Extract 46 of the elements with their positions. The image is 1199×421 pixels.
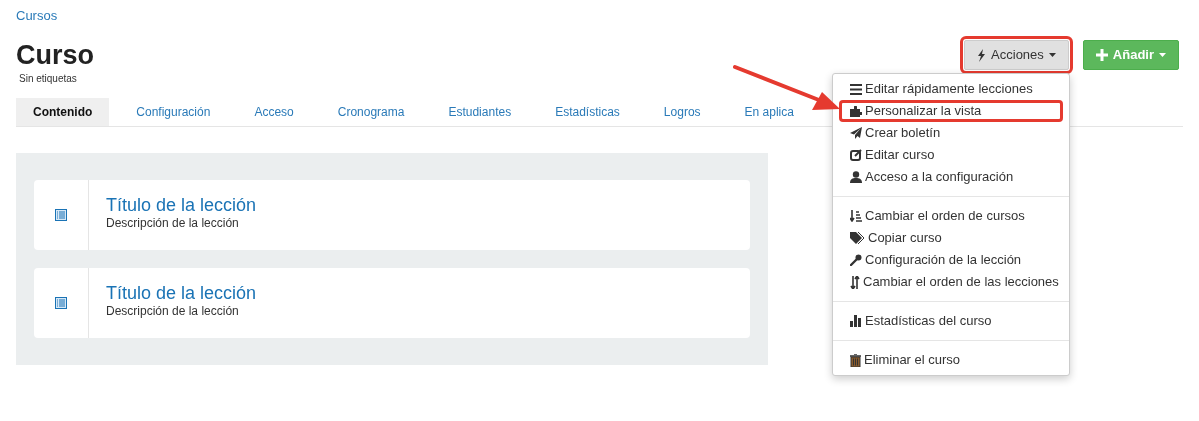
trash-icon xyxy=(850,353,861,367)
edit-icon xyxy=(850,149,862,161)
bar-chart-icon xyxy=(850,315,862,327)
sort-icon xyxy=(850,210,862,222)
lesson-title[interactable]: Título de la lección xyxy=(106,194,257,216)
menu-item[interactable]: Acceso a la configuración xyxy=(839,166,1063,188)
tab[interactable]: Acceso xyxy=(237,98,311,126)
tab[interactable]: Estudiantes xyxy=(431,98,529,126)
menu-item[interactable]: Eliminar el curso xyxy=(839,349,1063,371)
tags-note: Sin etiquetas xyxy=(18,72,78,86)
lesson-card[interactable]: Título de la lección Descripción de la lección xyxy=(34,268,750,338)
swap-icon xyxy=(850,275,860,289)
list-icon xyxy=(55,297,67,309)
tab[interactable]: Estadísticas xyxy=(538,98,637,126)
menu-icon xyxy=(850,83,862,95)
menu-item[interactable]: Copiar curso xyxy=(839,227,1063,249)
tab[interactable]: En aplica xyxy=(727,98,811,126)
tab[interactable]: Cronograma xyxy=(320,98,422,126)
list-icon xyxy=(55,209,67,221)
lesson-card[interactable]: Título de la lección Descripción de la lección xyxy=(34,180,750,250)
tab[interactable]: Configuración xyxy=(119,98,228,126)
menu-item[interactable]: Configuración de la lección xyxy=(839,249,1063,271)
menu-item[interactable]: Personalizar la vista xyxy=(839,100,1063,122)
menu-item[interactable]: Cambiar el orden de las lecciones xyxy=(839,271,1063,293)
breadcrumb-link[interactable]: Cursos xyxy=(16,6,1183,24)
page-title: Curso xyxy=(16,39,94,72)
caret-icon xyxy=(1159,53,1166,57)
caret-icon xyxy=(1048,53,1056,57)
menu-item[interactable]: Cambiar el orden de cursos xyxy=(839,205,1063,227)
menu-item[interactable]: Crear boletín xyxy=(839,122,1063,144)
menu-item[interactable]: Estadísticas del curso xyxy=(839,310,1063,332)
lesson-description: Descripción de la lección xyxy=(106,304,240,318)
lightning-icon xyxy=(977,48,987,62)
user-icon xyxy=(850,171,862,183)
tags-icon xyxy=(850,232,865,244)
actions-button[interactable]: Acciones xyxy=(964,40,1069,70)
wrench-icon xyxy=(850,254,862,266)
tab[interactable]: Logros xyxy=(646,98,718,126)
paper-plane-icon xyxy=(850,127,862,139)
puzzle-icon xyxy=(850,105,862,117)
tab[interactable]: Contenido xyxy=(16,98,110,126)
lesson-description: Descripción de la lección xyxy=(106,216,240,230)
lesson-title[interactable]: Título de la lección xyxy=(106,282,257,304)
menu-item[interactable]: Editar rápidamente lecciones xyxy=(839,78,1063,100)
plus-icon xyxy=(1095,49,1108,61)
menu-item[interactable]: Editar curso xyxy=(839,144,1063,166)
